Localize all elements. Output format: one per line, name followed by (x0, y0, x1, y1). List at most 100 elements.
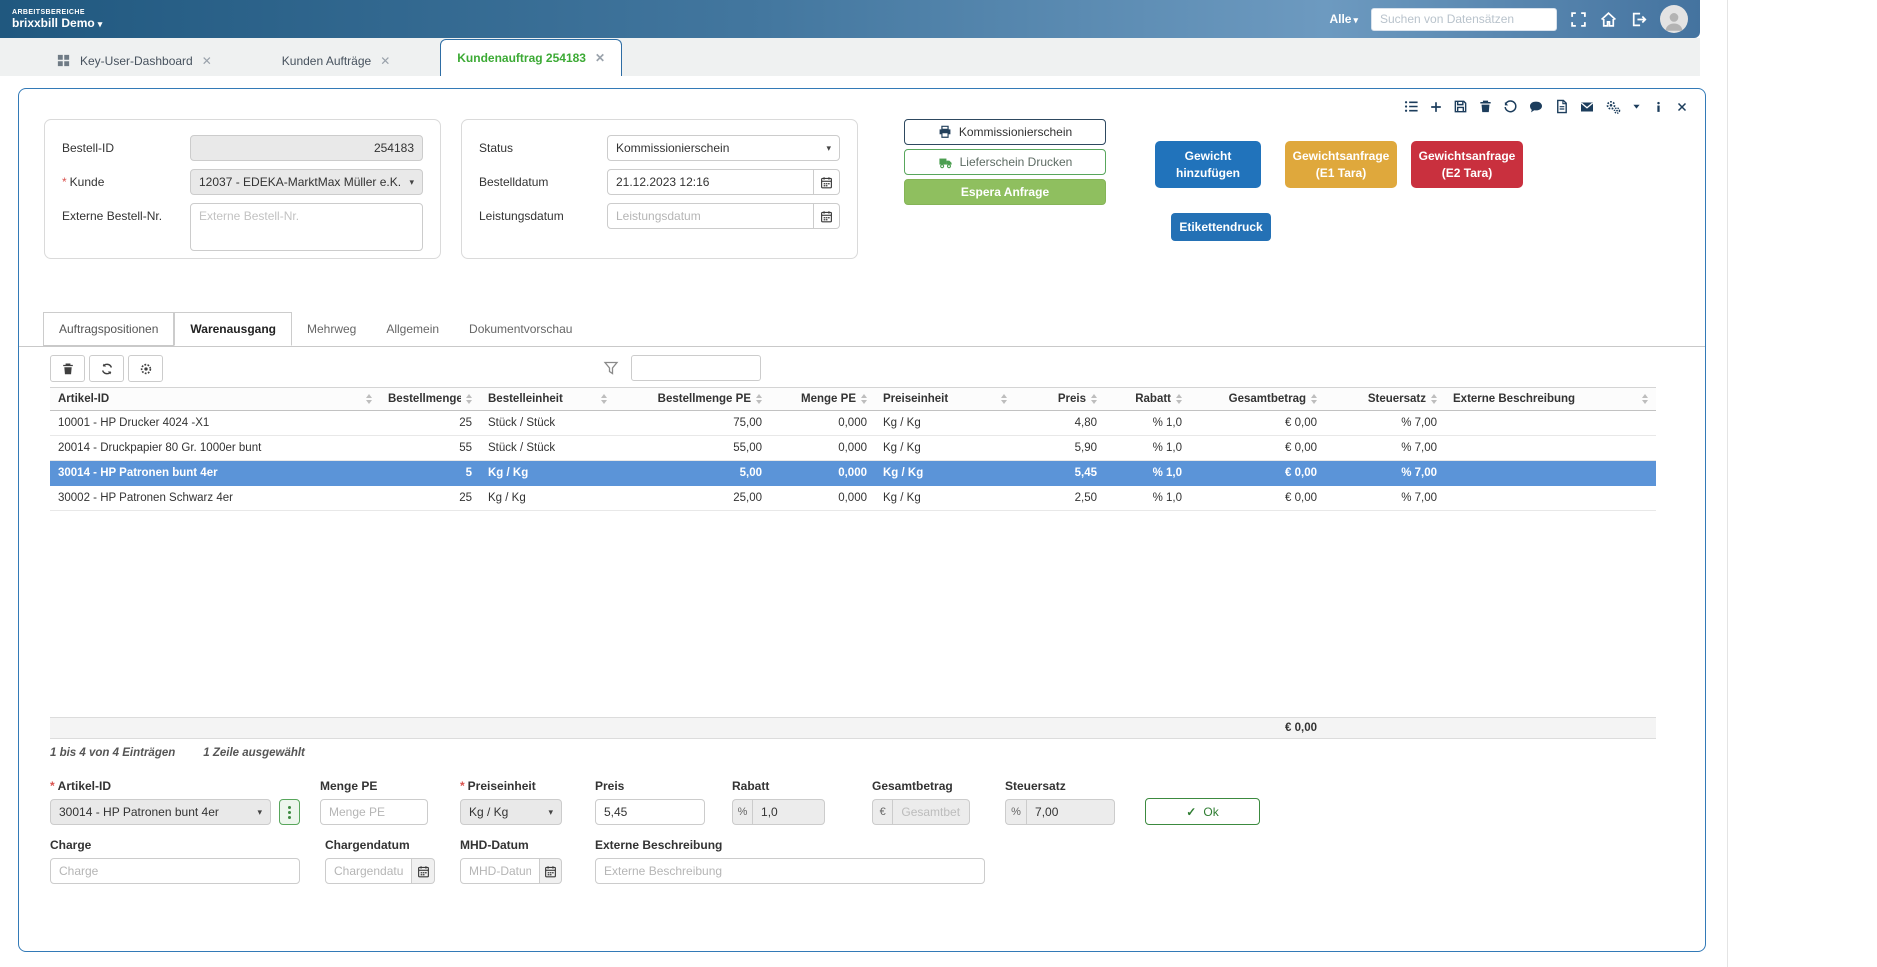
externe-bestellnr-field[interactable] (190, 203, 423, 251)
gewicht-hinzufuegen-button[interactable]: Gewicht hinzufügen (1155, 141, 1261, 188)
sort-icon[interactable] (1091, 394, 1097, 404)
more-options-dots-button[interactable] (279, 799, 300, 825)
calendar-icon[interactable] (412, 858, 435, 884)
espera-anfrage-button[interactable]: Espera Anfrage (904, 179, 1106, 205)
sort-icon[interactable] (1311, 394, 1317, 404)
search-scope-dropdown[interactable]: Alle ▾ (1329, 12, 1358, 26)
externe-beschreibung-field[interactable] (595, 858, 985, 884)
add-icon[interactable] (1429, 98, 1443, 116)
tab-dokumentvorschau[interactable]: Dokumentvorschau (454, 312, 587, 346)
table-row-selected[interactable]: 30014 - HP Patronen bunt 4er 5 Kg / Kg 5,00… (50, 460, 1656, 486)
filter-funnel-icon[interactable] (603, 359, 619, 377)
preiseinheit-label: * Preiseinheit (460, 779, 536, 793)
printer-icon (938, 125, 952, 140)
tab-warenausgang[interactable]: Warenausgang (174, 312, 292, 346)
close-icon[interactable]: ✕ (595, 52, 605, 64)
chevron-down-icon: ▾ (409, 176, 414, 187)
col-preiseinheit[interactable]: Preiseinheit (875, 387, 1015, 411)
etikettendruck-button[interactable]: Etikettendruck (1171, 213, 1271, 241)
col-artikel-id[interactable]: Artikel-ID (50, 387, 380, 411)
order-id-card: Bestell-ID *Kunde 12037 - EDEKA-MarktMax… (44, 119, 441, 259)
chevron-down-icon: ▾ (826, 142, 831, 153)
preis-field[interactable] (595, 799, 705, 825)
col-bestelleinheit[interactable]: Bestelleinheit (480, 387, 615, 411)
user-avatar[interactable] (1660, 5, 1688, 33)
info-icon[interactable] (1652, 98, 1665, 116)
tab-mehrweg[interactable]: Mehrweg (292, 312, 371, 346)
col-bestellmenge-be[interactable]: Bestellmenge BE (380, 387, 480, 411)
kommissionierschein-button[interactable]: Kommissionierschein (904, 119, 1106, 145)
sort-icon[interactable] (1176, 394, 1182, 404)
kunde-select[interactable]: 12037 - EDEKA-MarktMax Müller e.K. ▾ (190, 169, 423, 195)
steuersatz-field[interactable] (1026, 799, 1115, 825)
sort-icon[interactable] (1642, 394, 1648, 404)
tab-allgemein[interactable]: Allgemein (371, 312, 454, 346)
col-menge-pe[interactable]: Menge PE (770, 387, 875, 411)
settings-gears-icon[interactable] (1605, 98, 1621, 116)
more-dropdown-icon[interactable] (1631, 98, 1642, 116)
table-row[interactable]: 20014 - Druckpapier 80 Gr. 1000er bunt 55… (50, 435, 1656, 461)
global-search-input[interactable] (1371, 7, 1557, 31)
sort-icon[interactable] (1001, 394, 1007, 404)
sort-icon[interactable] (366, 394, 372, 404)
calendar-icon[interactable] (813, 169, 840, 195)
sort-icon[interactable] (1431, 394, 1437, 404)
history-icon[interactable] (1503, 98, 1518, 116)
document-icon[interactable] (1554, 98, 1569, 116)
table-row[interactable]: 10001 - HP Drucker 4024 -X1 25 Stück / Stü… (50, 410, 1656, 436)
workspace-switcher[interactable]: ARBEITSBEREICHE brixxbill Demo ▾ (12, 8, 102, 31)
gesamtbetrag-field (892, 799, 970, 825)
sort-icon[interactable] (466, 394, 472, 404)
fullscreen-icon[interactable] (1570, 11, 1587, 28)
tab-kundenauftrag-active[interactable]: Kundenauftrag 254183 ✕ (440, 39, 623, 76)
total-gesamtbetrag: € 0,00 (1190, 717, 1325, 739)
comment-icon[interactable] (1528, 98, 1544, 116)
sort-icon[interactable] (861, 394, 867, 404)
gewichtsanfrage-e2-button[interactable]: Gewichtsanfrage (E2 Tara) (1411, 141, 1523, 188)
sort-icon[interactable] (756, 394, 762, 404)
close-icon[interactable]: ✕ (202, 55, 212, 67)
close-panel-icon[interactable] (1675, 98, 1689, 116)
artikel-id-select[interactable]: 30014 - HP Patronen bunt 4er ▾ (50, 799, 271, 825)
bestelldatum-field[interactable] (607, 169, 814, 195)
col-gesamtbetrag[interactable]: Gesamtbetrag (1190, 387, 1325, 411)
tab-key-user-dashboard[interactable]: Key-User-Dashboard ✕ (42, 45, 226, 76)
tab-kunden-auftraege[interactable]: Kunden Aufträge ✕ (268, 45, 404, 76)
calendar-icon[interactable] (539, 858, 562, 884)
mhd-datum-field[interactable] (460, 858, 540, 884)
delete-row-button[interactable] (50, 355, 85, 382)
delete-icon[interactable] (1478, 98, 1493, 116)
logout-icon[interactable] (1630, 11, 1647, 28)
col-externe-beschreibung[interactable]: Externe Beschreibung (1445, 387, 1656, 411)
preiseinheit-select[interactable]: Kg / Kg ▾ (460, 799, 562, 825)
externe-beschreibung-label: Externe Beschreibung (595, 838, 723, 852)
calendar-icon[interactable] (813, 203, 840, 229)
col-bestellmenge-pe[interactable]: Bestellmenge PE (615, 387, 770, 411)
gewichtsanfrage-e1-button[interactable]: Gewichtsanfrage (E1 Tara) (1285, 141, 1397, 188)
leistungsdatum-field[interactable] (607, 203, 814, 229)
tab-auftragspositionen[interactable]: Auftragspositionen (43, 312, 175, 346)
grid-filter-input[interactable] (631, 355, 761, 381)
save-icon[interactable] (1453, 98, 1468, 116)
grid-settings-button[interactable] (128, 355, 163, 382)
sort-icon[interactable] (601, 394, 607, 404)
mail-icon[interactable] (1579, 98, 1595, 116)
col-steuersatz[interactable]: Steuersatz (1325, 387, 1445, 411)
list-icon[interactable] (1404, 98, 1419, 116)
rabatt-field[interactable] (752, 799, 825, 825)
col-rabatt[interactable]: Rabatt (1105, 387, 1190, 411)
ok-button[interactable]: ✓ Ok (1145, 798, 1260, 825)
home-icon[interactable] (1600, 11, 1617, 28)
menge-pe-field[interactable] (320, 799, 428, 825)
col-preis[interactable]: Preis (1015, 387, 1105, 411)
close-icon[interactable]: ✕ (380, 55, 390, 67)
lieferschein-drucken-button[interactable]: Lieferschein Drucken (904, 149, 1106, 175)
charge-field[interactable] (50, 858, 300, 884)
bestell-id-field[interactable] (190, 135, 423, 161)
table-row[interactable]: 30002 - HP Patronen Schwarz 4er 25 Kg / Kg… (50, 485, 1656, 511)
warenausgang-table: Artikel-ID Bestellmenge BE Bestelleinhei… (50, 387, 1656, 739)
chargendatum-field[interactable] (325, 858, 413, 884)
refresh-button[interactable] (89, 355, 124, 382)
detail-tab-bar: Auftragspositionen Warenausgang Mehrweg … (19, 312, 1705, 347)
status-select[interactable]: Kommissionierschein ▾ (607, 135, 840, 161)
